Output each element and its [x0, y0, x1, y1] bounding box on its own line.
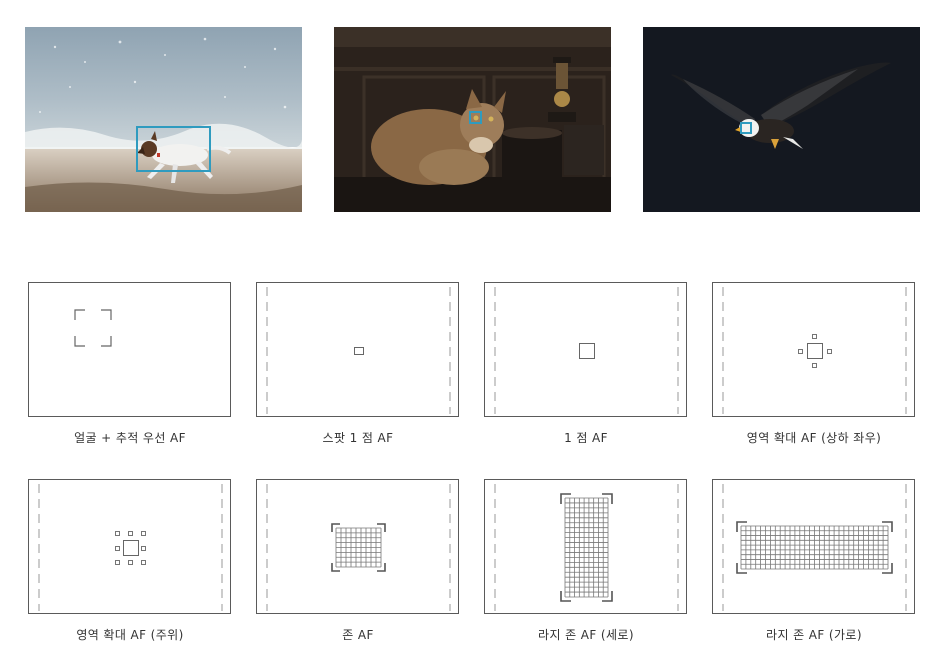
expand-assist-point: [115, 531, 120, 536]
expand-assist-point: [141, 531, 146, 536]
af-mode-panel-expand-cross: [712, 282, 915, 417]
expand-assist-point: [115, 546, 120, 551]
caption-spot: 스팟 1 점 AF: [322, 431, 394, 445]
af-mode-panel-expand-around: [28, 479, 231, 614]
af-mode-face-tracking-icon: [74, 309, 112, 347]
caption-face-tracking: 얼굴 + 추적 우선 AF: [74, 431, 186, 445]
photo-dog-beach: [25, 27, 302, 212]
expand-assist-point: [141, 560, 146, 565]
af-eye-frame: [469, 111, 482, 124]
af-mode-panel-face-tracking: [28, 282, 231, 417]
face-frame-corner: [101, 309, 112, 320]
spot-focus-point: [354, 347, 364, 355]
expand-assist-point: [141, 546, 146, 551]
af-mode-panel-large-zone-horizontal: [712, 479, 915, 614]
photo-bird: [643, 27, 920, 212]
photo-cat: [334, 27, 611, 212]
caption-large-zone-vertical: 라지 존 AF (세로): [538, 628, 634, 642]
af-mode-panel-spot: [256, 282, 459, 417]
face-frame-corner: [101, 336, 112, 347]
caption-single-point: 1 점 AF: [564, 431, 608, 445]
expand-assist-point: [812, 334, 817, 339]
af-eye-frame: [740, 122, 752, 134]
expand-assist-point: [812, 363, 817, 368]
expand-assist-point: [128, 560, 133, 565]
expand-assist-point: [115, 560, 120, 565]
af-mode-panel-zone: [256, 479, 459, 614]
face-frame-corner: [74, 336, 85, 347]
af-mode-large-zone-vertical-icon: [494, 484, 679, 611]
af-mode-large-zone-horizontal-icon: [722, 484, 907, 611]
center-focus-point: [807, 343, 823, 359]
center-focus-point: [123, 540, 139, 556]
caption-expand-around: 영역 확대 AF (주위): [76, 628, 184, 642]
expand-assist-point: [798, 349, 803, 354]
caption-zone: 존 AF: [342, 628, 374, 642]
af-mode-panel-large-zone-vertical: [484, 479, 687, 614]
af-tracking-frame: [136, 126, 211, 172]
af-mode-single-point-icon: [494, 287, 679, 414]
expand-assist-point: [827, 349, 832, 354]
face-frame-corner: [74, 309, 85, 320]
af-mode-zone-icon: [266, 484, 451, 611]
caption-large-zone-horizontal: 라지 존 AF (가로): [766, 628, 862, 642]
single-focus-point: [579, 343, 595, 359]
caption-expand-cross: 영역 확대 AF (상하 좌우): [746, 431, 882, 445]
af-mode-panel-single-point: [484, 282, 687, 417]
af-mode-expand-cross-icon: [722, 287, 907, 414]
af-mode-spot-icon: [266, 287, 451, 414]
af-mode-expand-around-icon: [38, 484, 223, 611]
expand-assist-point: [128, 531, 133, 536]
